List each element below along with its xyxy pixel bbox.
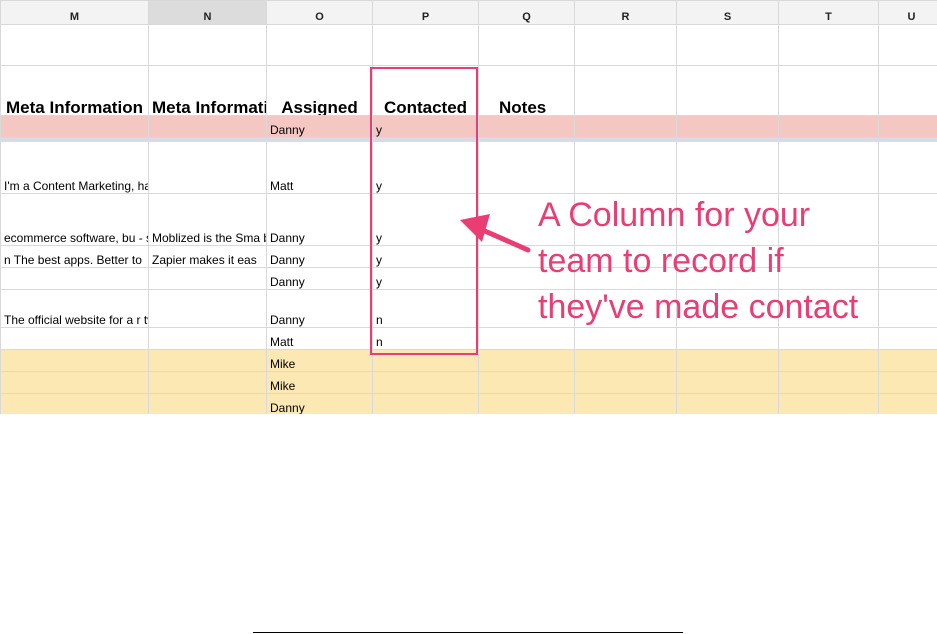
- annotation-callout-text: A Column for your team to record if they…: [538, 196, 859, 326]
- horizontal-divider: [253, 632, 683, 633]
